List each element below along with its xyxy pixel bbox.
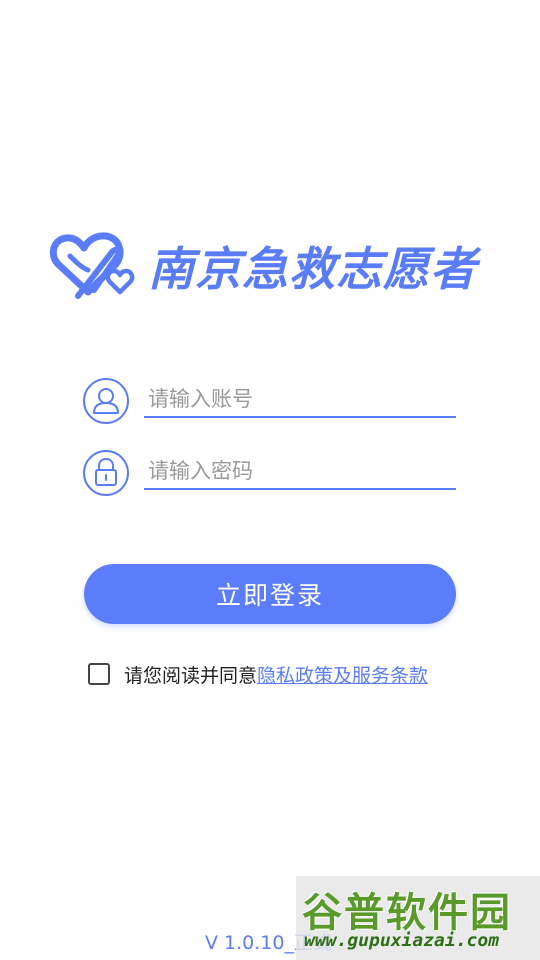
user-icon: [83, 378, 129, 424]
account-field-row: [82, 376, 458, 426]
site-watermark: 谷普软件园 www.gupuxiazai.com: [296, 876, 540, 960]
agreement-text: 请您阅读并同意: [124, 664, 258, 687]
lock-icon: [83, 450, 129, 496]
login-screen: 南京急救志愿者 立即登录 请您阅读并同意 隐私政策及服务条款 V 1.0.10_…: [0, 0, 540, 960]
agreement-checkbox[interactable]: [88, 663, 110, 685]
heart-hand-logo-icon: [49, 232, 135, 299]
agreement-row: 请您阅读并同意 隐私政策及服务条款: [88, 658, 428, 690]
password-field-row: [82, 448, 458, 498]
app-logo: 南京急救志愿者: [48, 226, 498, 306]
watermark-url: www.gupuxiazai.com: [304, 930, 500, 951]
login-button[interactable]: 立即登录: [84, 564, 456, 624]
account-input[interactable]: [144, 382, 456, 418]
privacy-policy-link[interactable]: 隐私政策及服务条款: [257, 661, 428, 688]
password-input[interactable]: [144, 454, 456, 490]
app-title: 南京急救志愿者: [148, 242, 477, 296]
